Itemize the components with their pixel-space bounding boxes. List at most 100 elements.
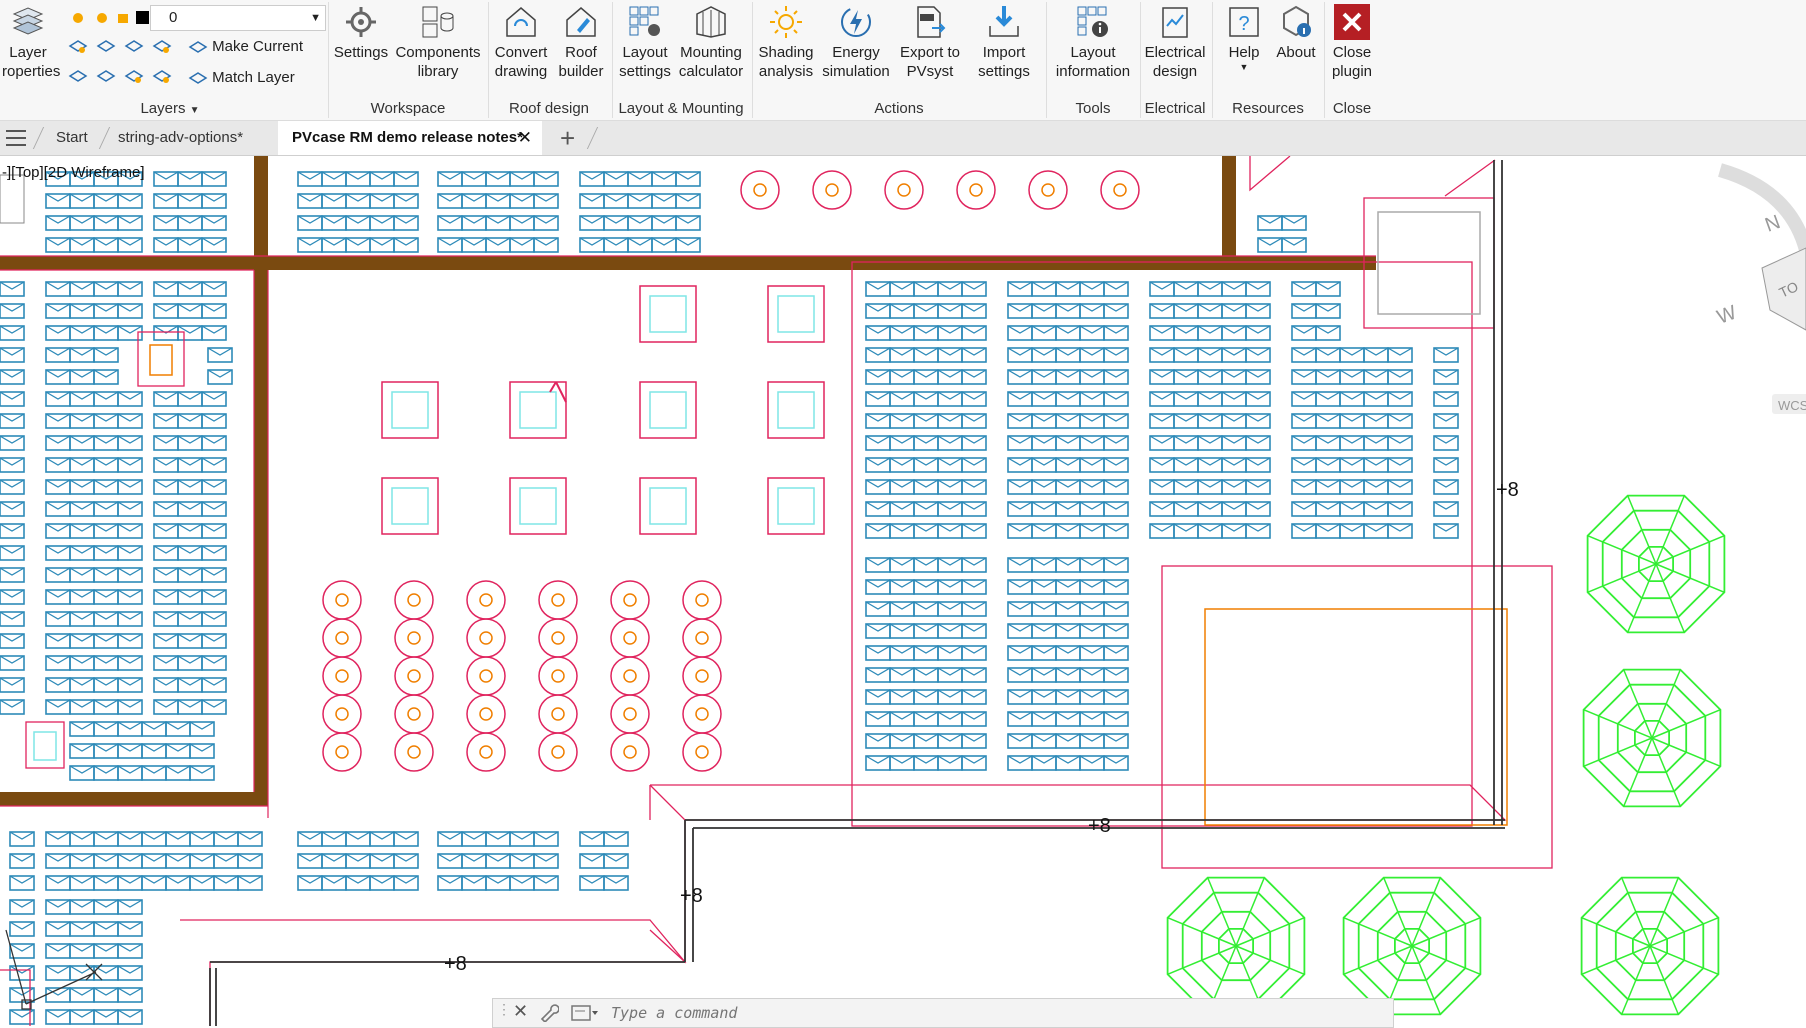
pv-module <box>1173 369 1199 385</box>
tab-string-adv-options[interactable]: string-adv-options* <box>118 121 243 155</box>
roof-vent <box>682 580 722 620</box>
pv-module <box>865 303 891 319</box>
match-layer-button[interactable]: Match Layer <box>188 69 295 87</box>
make-current-button[interactable]: Make Current <box>188 38 303 56</box>
viewport-controls-label[interactable]: -][Top][2D Wireframe] <box>2 164 145 181</box>
convert-drawing-button[interactable]: Convert drawing <box>490 4 552 81</box>
match-layer-label: Match Layer <box>212 69 295 86</box>
pv-module <box>865 479 891 495</box>
height-label: +8 <box>1496 479 1519 501</box>
pv-module <box>961 711 987 727</box>
pv-module <box>201 567 227 583</box>
pv-module <box>153 545 179 561</box>
pv-module <box>0 457 25 473</box>
pv-module <box>913 281 939 297</box>
pv-module <box>117 567 143 583</box>
tab-start[interactable]: Start <box>56 121 88 155</box>
pv-module <box>1433 435 1459 451</box>
pv-module <box>889 579 915 595</box>
shading-analysis-button[interactable]: Shading analysis <box>754 4 818 81</box>
add-tab-icon[interactable]: + <box>560 123 575 153</box>
layer-properties-button[interactable]: Layer roperties <box>2 4 60 81</box>
components-library-button[interactable]: Components library <box>392 4 484 81</box>
pv-module <box>1315 303 1341 319</box>
close-icon[interactable]: ✕ <box>513 1001 528 1022</box>
tab-pvcase-rm-demo[interactable]: PVcase RM demo release notes* ✕ <box>278 121 542 155</box>
energy-simulation-button[interactable]: Energy simulation <box>820 4 892 81</box>
pv-module <box>961 623 987 639</box>
pv-module <box>9 899 35 915</box>
import-settings-button[interactable]: Import settings <box>968 4 1040 81</box>
export-to-pvsyst-button[interactable]: Export to PVsyst <box>894 4 966 81</box>
pv-module <box>93 743 119 759</box>
command-history-icon[interactable] <box>571 1004 599 1022</box>
pv-module <box>1245 303 1271 319</box>
drawing-canvas[interactable]: +8 +8 +8 +8 N W TO WCS <box>0 156 1806 1026</box>
current-layer-select[interactable]: 0 ▼ <box>150 5 326 31</box>
pv-module <box>117 281 143 297</box>
pv-module <box>1007 281 1033 297</box>
roof-vent <box>394 656 434 696</box>
close-plugin-button[interactable]: Close plugin <box>1326 4 1378 81</box>
pv-module <box>177 303 203 319</box>
pv-module <box>393 853 419 869</box>
chevron-down-icon: ▼ <box>310 12 321 24</box>
settings-button[interactable]: Settings <box>332 4 390 62</box>
viewcube[interactable]: N W TO WCS <box>1714 163 1806 414</box>
pv-module <box>0 501 25 517</box>
tree <box>1342 876 1482 1016</box>
pv-module <box>201 435 227 451</box>
pv-module <box>207 347 233 363</box>
roof-obstacle <box>509 477 567 535</box>
pv-module <box>1031 557 1057 573</box>
electrical-design-button[interactable]: Electrical design <box>1142 4 1208 81</box>
help-button[interactable]: ? Help ▼ <box>1220 4 1268 72</box>
pv-module <box>177 523 203 539</box>
pv-module <box>165 721 191 737</box>
layout-settings-button[interactable]: Layout settings <box>614 4 676 81</box>
grip-icon[interactable]: ⋮ <box>497 1001 511 1018</box>
pv-module <box>437 193 463 209</box>
pv-module <box>1315 457 1341 473</box>
pv-module <box>1007 557 1033 573</box>
pv-module <box>1433 347 1459 363</box>
pv-module <box>93 589 119 605</box>
pv-module <box>937 601 963 617</box>
layers-group-label[interactable]: Layers ▼ <box>110 100 230 117</box>
pv-module <box>141 743 167 759</box>
pv-module <box>93 281 119 297</box>
tab-divider <box>586 127 599 149</box>
pv-module <box>177 457 203 473</box>
about-button[interactable]: About <box>1270 4 1322 62</box>
mounting-calculator-button[interactable]: Mounting calculator <box>678 4 744 81</box>
menu-icon[interactable] <box>6 130 26 146</box>
pv-module <box>1245 281 1271 297</box>
pv-module <box>937 303 963 319</box>
pv-module <box>177 237 203 253</box>
pv-module <box>0 699 25 715</box>
pv-module <box>579 215 605 231</box>
pv-module <box>1387 523 1413 539</box>
pv-module <box>1079 479 1105 495</box>
pv-module <box>45 369 71 385</box>
pv-module <box>117 655 143 671</box>
wrench-icon[interactable] <box>539 1004 559 1022</box>
pv-module <box>69 721 95 737</box>
pv-module <box>1079 711 1105 727</box>
pv-module <box>509 853 535 869</box>
close-tab-icon[interactable]: ✕ <box>518 121 532 155</box>
pv-module <box>1291 523 1317 539</box>
command-input[interactable] <box>609 1002 1373 1024</box>
pv-module <box>1149 347 1175 363</box>
pv-module <box>1055 579 1081 595</box>
pv-module <box>1055 501 1081 517</box>
pv-module <box>1031 479 1057 495</box>
roof-builder-button[interactable]: Roof builder <box>554 4 608 81</box>
pv-module <box>913 711 939 727</box>
pv-module <box>461 171 487 187</box>
layout-information-button[interactable]: Layout information <box>1050 4 1136 81</box>
pv-module <box>1103 667 1129 683</box>
pv-module <box>369 853 395 869</box>
pv-module <box>485 193 511 209</box>
pv-module <box>1149 303 1175 319</box>
